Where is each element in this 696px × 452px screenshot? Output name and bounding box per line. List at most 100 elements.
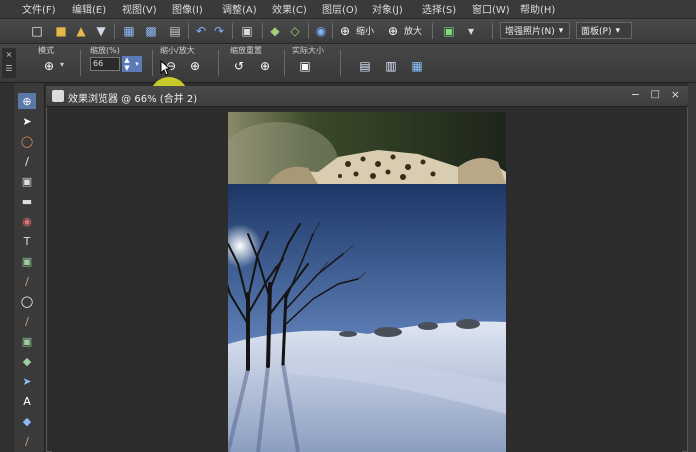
toolbar-separator bbox=[152, 50, 153, 76]
toolbar-separator bbox=[262, 23, 263, 39]
menu-layer[interactable]: 图层(O) bbox=[322, 1, 358, 16]
zoom-out-label[interactable]: 缩小 bbox=[356, 24, 374, 37]
close-icon[interactable]: × bbox=[671, 88, 680, 101]
crop-tool-icon[interactable]: ▣ bbox=[18, 173, 36, 189]
text-tool-icon[interactable]: T bbox=[18, 233, 36, 249]
options-icon[interactable]: ▾ bbox=[462, 22, 480, 40]
toolbar-separator bbox=[114, 23, 115, 39]
winter-landscape-image bbox=[228, 184, 506, 452]
leopard-photo-image bbox=[228, 112, 506, 184]
fit-width-icon[interactable]: ▥ bbox=[382, 57, 400, 75]
toolbar-separator bbox=[340, 50, 341, 76]
panel-label: 面板(P) bbox=[581, 27, 612, 37]
zoom-out-icon[interactable]: ⊕ bbox=[336, 22, 354, 40]
menu-help[interactable]: 帮助(H) bbox=[520, 1, 555, 16]
zoom-tool-icon[interactable]: ⊕ bbox=[18, 93, 36, 109]
shrink-enlarge-label: 缩小/放大 bbox=[160, 46, 195, 55]
redo-icon[interactable]: ↷ bbox=[210, 22, 228, 40]
zoom-in-button[interactable]: ⊕ bbox=[186, 57, 204, 75]
fill-tool-icon[interactable]: ◆ bbox=[18, 353, 36, 369]
toolbar-separator bbox=[492, 23, 493, 39]
zoom-spinner[interactable]: ▲ ▼ bbox=[122, 56, 132, 72]
enhance-photo-label: 增强照片(N) bbox=[505, 27, 555, 37]
menu-effects[interactable]: 效果(C) bbox=[272, 1, 307, 16]
save-as-icon[interactable]: ▩ bbox=[142, 22, 160, 40]
mask-tool-icon[interactable]: ◯ bbox=[18, 133, 36, 149]
fit-window-icon[interactable]: ▤ bbox=[356, 57, 374, 75]
zoom-percent-label: 缩放(%) bbox=[90, 46, 120, 55]
clone-tool-icon[interactable]: ▣ bbox=[18, 253, 36, 269]
property-bar-grip[interactable]: × ☰ bbox=[2, 48, 16, 78]
new-file-icon[interactable]: □ bbox=[28, 22, 46, 40]
toolbar-separator bbox=[80, 50, 81, 76]
import-icon[interactable]: ▲ bbox=[72, 22, 90, 40]
pick-tool-icon[interactable]: ➤ bbox=[18, 113, 36, 129]
menu-object[interactable]: 对象(J) bbox=[372, 1, 403, 16]
shape-tool-icon[interactable]: ◯ bbox=[18, 293, 36, 309]
leopard-photo[interactable] bbox=[228, 112, 506, 184]
text-a-tool-icon[interactable]: A bbox=[18, 393, 36, 409]
straighten-tool-icon[interactable]: ▬ bbox=[18, 193, 36, 209]
standard-toolbar: □ ■ ▲ ▼ ▦ ▩ ▤ ↶ ↷ ▣ ◆ ◇ ◉ ⊕ 缩小 ⊕ 放大 ▣ ▾ … bbox=[0, 19, 696, 44]
zoom-dropdown-button[interactable]: ▾ bbox=[132, 56, 142, 72]
right-dock-strip bbox=[688, 83, 696, 452]
menu-adjust[interactable]: 调整(A) bbox=[222, 1, 257, 16]
document-title-bar: 效果浏览器 @ 66% (合并 2) − □ × bbox=[46, 86, 688, 107]
enhance-photo-dropdown[interactable]: 增强照片(N) ▾ bbox=[500, 22, 570, 39]
info-icon[interactable]: ◉ bbox=[312, 22, 330, 40]
undo-icon[interactable]: ↶ bbox=[192, 22, 210, 40]
fit-zoom-icon[interactable]: ⊕ bbox=[256, 57, 274, 75]
maximize-icon[interactable]: □ bbox=[651, 89, 660, 100]
scan-icon[interactable]: ▼ bbox=[92, 22, 110, 40]
toolbar-separator bbox=[232, 23, 233, 39]
paste-icon[interactable]: ◆ bbox=[266, 22, 284, 40]
menu-window[interactable]: 窗口(W) bbox=[472, 1, 510, 16]
chevron-down-icon[interactable]: ▾ bbox=[60, 60, 64, 69]
actual-size-label: 实际大小 bbox=[292, 46, 324, 55]
print-icon[interactable]: ▤ bbox=[166, 22, 184, 40]
toolbar-separator bbox=[188, 23, 189, 39]
zoom-percent-input[interactable]: 66 bbox=[90, 57, 120, 71]
fit-screen-icon[interactable]: ▦ bbox=[408, 57, 426, 75]
winter-landscape-photo[interactable] bbox=[228, 184, 506, 452]
copy-icon[interactable]: ◇ bbox=[286, 22, 304, 40]
smudge-tool-icon[interactable]: ∕ bbox=[18, 433, 36, 449]
menu-select[interactable]: 选择(S) bbox=[422, 1, 456, 16]
tool-panel: ⊕ ➤ ◯ ∕ ▣ ▬ ◉ T ▣ ∕ ◯ ∕ ▣ ◆ ➤ A ◆ ∕ bbox=[0, 83, 45, 452]
toolbar-separator bbox=[284, 50, 285, 76]
panel-dropdown[interactable]: 面板(P) ▾ bbox=[576, 22, 632, 39]
eraser-tool-icon[interactable]: ◆ bbox=[18, 413, 36, 429]
zoom-reset-icon[interactable]: ↺ bbox=[230, 57, 248, 75]
crop-icon[interactable]: ▣ bbox=[238, 22, 256, 40]
zoom-mode-icon[interactable]: ⊕ bbox=[40, 57, 58, 75]
toolbar-separator bbox=[308, 23, 309, 39]
toolbar-separator bbox=[432, 23, 433, 39]
menu-file[interactable]: 文件(F) bbox=[22, 1, 56, 16]
menu-bar: 文件(F) 编辑(E) 视图(V) 图像(I) 调整(A) 效果(C) 图层(O… bbox=[0, 0, 696, 19]
chevron-down-icon: ▾ bbox=[558, 25, 564, 36]
minimize-icon[interactable]: − bbox=[631, 88, 640, 101]
brush-tool-icon[interactable]: ∕ bbox=[18, 273, 36, 289]
save-icon[interactable]: ▦ bbox=[120, 22, 138, 40]
tool-panel-grip bbox=[0, 83, 14, 452]
lasso-tool-icon[interactable]: ∕ bbox=[18, 153, 36, 169]
document-icon bbox=[52, 90, 64, 102]
zoom-in-icon[interactable]: ⊕ bbox=[384, 22, 402, 40]
document-title: 效果浏览器 @ 66% (合并 2) bbox=[68, 94, 198, 105]
mouse-cursor-icon bbox=[160, 60, 172, 76]
actual-size-icon[interactable]: ▣ bbox=[296, 57, 314, 75]
zoom-in-label[interactable]: 放大 bbox=[404, 24, 422, 37]
menu-image[interactable]: 图像(I) bbox=[172, 1, 203, 16]
paint-tool-icon[interactable]: ∕ bbox=[18, 313, 36, 329]
eyedropper-tool-icon[interactable]: ➤ bbox=[18, 373, 36, 389]
chevron-down-icon: ▾ bbox=[615, 25, 620, 36]
menu-view[interactable]: 视图(V) bbox=[122, 1, 157, 16]
menu-edit[interactable]: 编辑(E) bbox=[72, 1, 106, 16]
open-folder-icon[interactable]: ■ bbox=[52, 22, 70, 40]
effect-tool-icon[interactable]: ▣ bbox=[18, 333, 36, 349]
toolbar-separator bbox=[332, 23, 333, 39]
property-bar: × ☰ 模式 ⊕ ▾ 缩放(%) 66 ▲ ▼ ▾ 缩小/放大 ⊖ ⊕ 缩放重置 ↺… bbox=[0, 44, 696, 115]
red-eye-tool-icon[interactable]: ◉ bbox=[18, 213, 36, 229]
zoom-reset-label: 缩放重置 bbox=[230, 46, 262, 55]
view-icon[interactable]: ▣ bbox=[440, 22, 458, 40]
